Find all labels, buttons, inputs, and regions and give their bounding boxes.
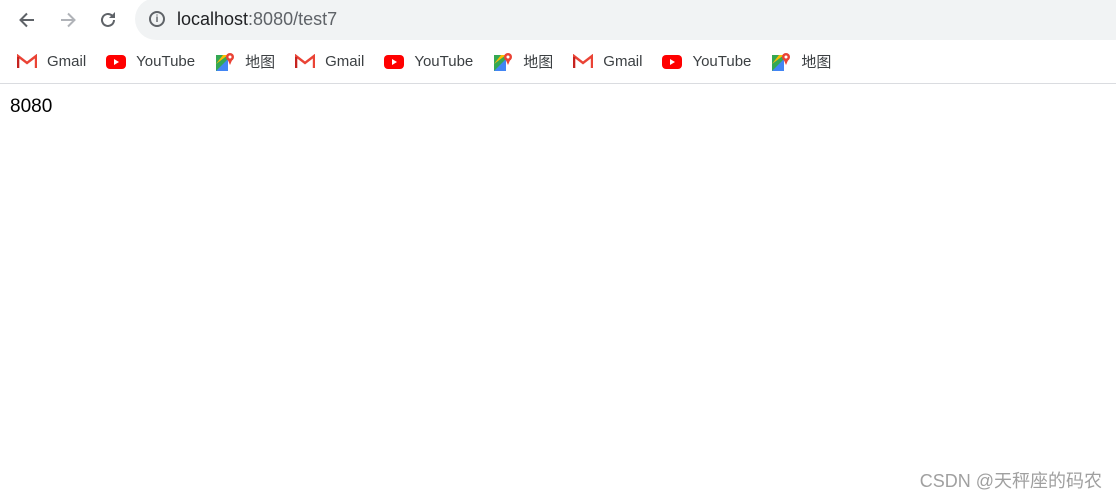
bookmark-label: Gmail <box>603 53 643 70</box>
bookmark-label: 地图 <box>523 54 554 71</box>
address-path: :8080/test7 <box>248 8 338 29</box>
bookmark-youtube[interactable]: YouTube <box>106 48 195 76</box>
bookmark-地图[interactable]: 地图 <box>493 48 553 76</box>
watermark: CSDN @天秤座的码农 <box>919 471 1102 491</box>
gmail-icon <box>295 54 316 70</box>
maps-icon <box>493 52 513 71</box>
gmail-icon <box>573 54 594 70</box>
gmail-icon <box>17 54 37 70</box>
reload-button[interactable] <box>96 8 120 32</box>
bookmark-label: 地图 <box>801 54 832 71</box>
youtube-icon <box>106 54 127 70</box>
info-icon[interactable]: i <box>149 11 165 27</box>
bookmark-地图[interactable]: 地图 <box>215 48 275 76</box>
arrow-right-icon <box>61 12 76 28</box>
bookmark-youtube[interactable]: YouTube <box>662 48 751 76</box>
bookmark-label: YouTube <box>692 53 752 70</box>
bookmark-地图[interactable]: 地图 <box>771 48 831 76</box>
bookmark-label: Gmail <box>47 53 87 70</box>
reload-icon <box>101 12 115 27</box>
bookmark-label: 地图 <box>245 54 276 71</box>
back-button[interactable] <box>15 8 39 32</box>
bookmark-gmail[interactable]: Gmail <box>295 48 364 76</box>
forward-button[interactable] <box>56 8 80 32</box>
maps-icon <box>215 52 235 71</box>
page-content: 8080 <box>0 84 1116 130</box>
bookmark-gmail[interactable]: Gmail <box>573 48 642 76</box>
browser-toolbar: i localhost:8080/test7 <box>0 0 1116 40</box>
address-host: localhost <box>177 8 249 29</box>
youtube-icon <box>384 54 405 70</box>
bookmark-label: Gmail <box>325 53 365 70</box>
body-text: 8080 <box>10 96 53 117</box>
bookmark-label: YouTube <box>136 53 196 70</box>
arrow-left-icon <box>19 12 34 28</box>
youtube-icon <box>662 54 683 70</box>
bookmark-youtube[interactable]: YouTube <box>384 48 473 76</box>
maps-icon <box>771 52 791 71</box>
bookmark-gmail[interactable]: Gmail <box>17 48 86 76</box>
bookmark-label: YouTube <box>414 53 474 70</box>
bookmarks-bar: Gmail YouTube 地图 Gmail YouTube 地图 Gmail YouTube… <box>0 40 1116 84</box>
address-bar[interactable]: i localhost:8080/test7 <box>135 0 1116 40</box>
